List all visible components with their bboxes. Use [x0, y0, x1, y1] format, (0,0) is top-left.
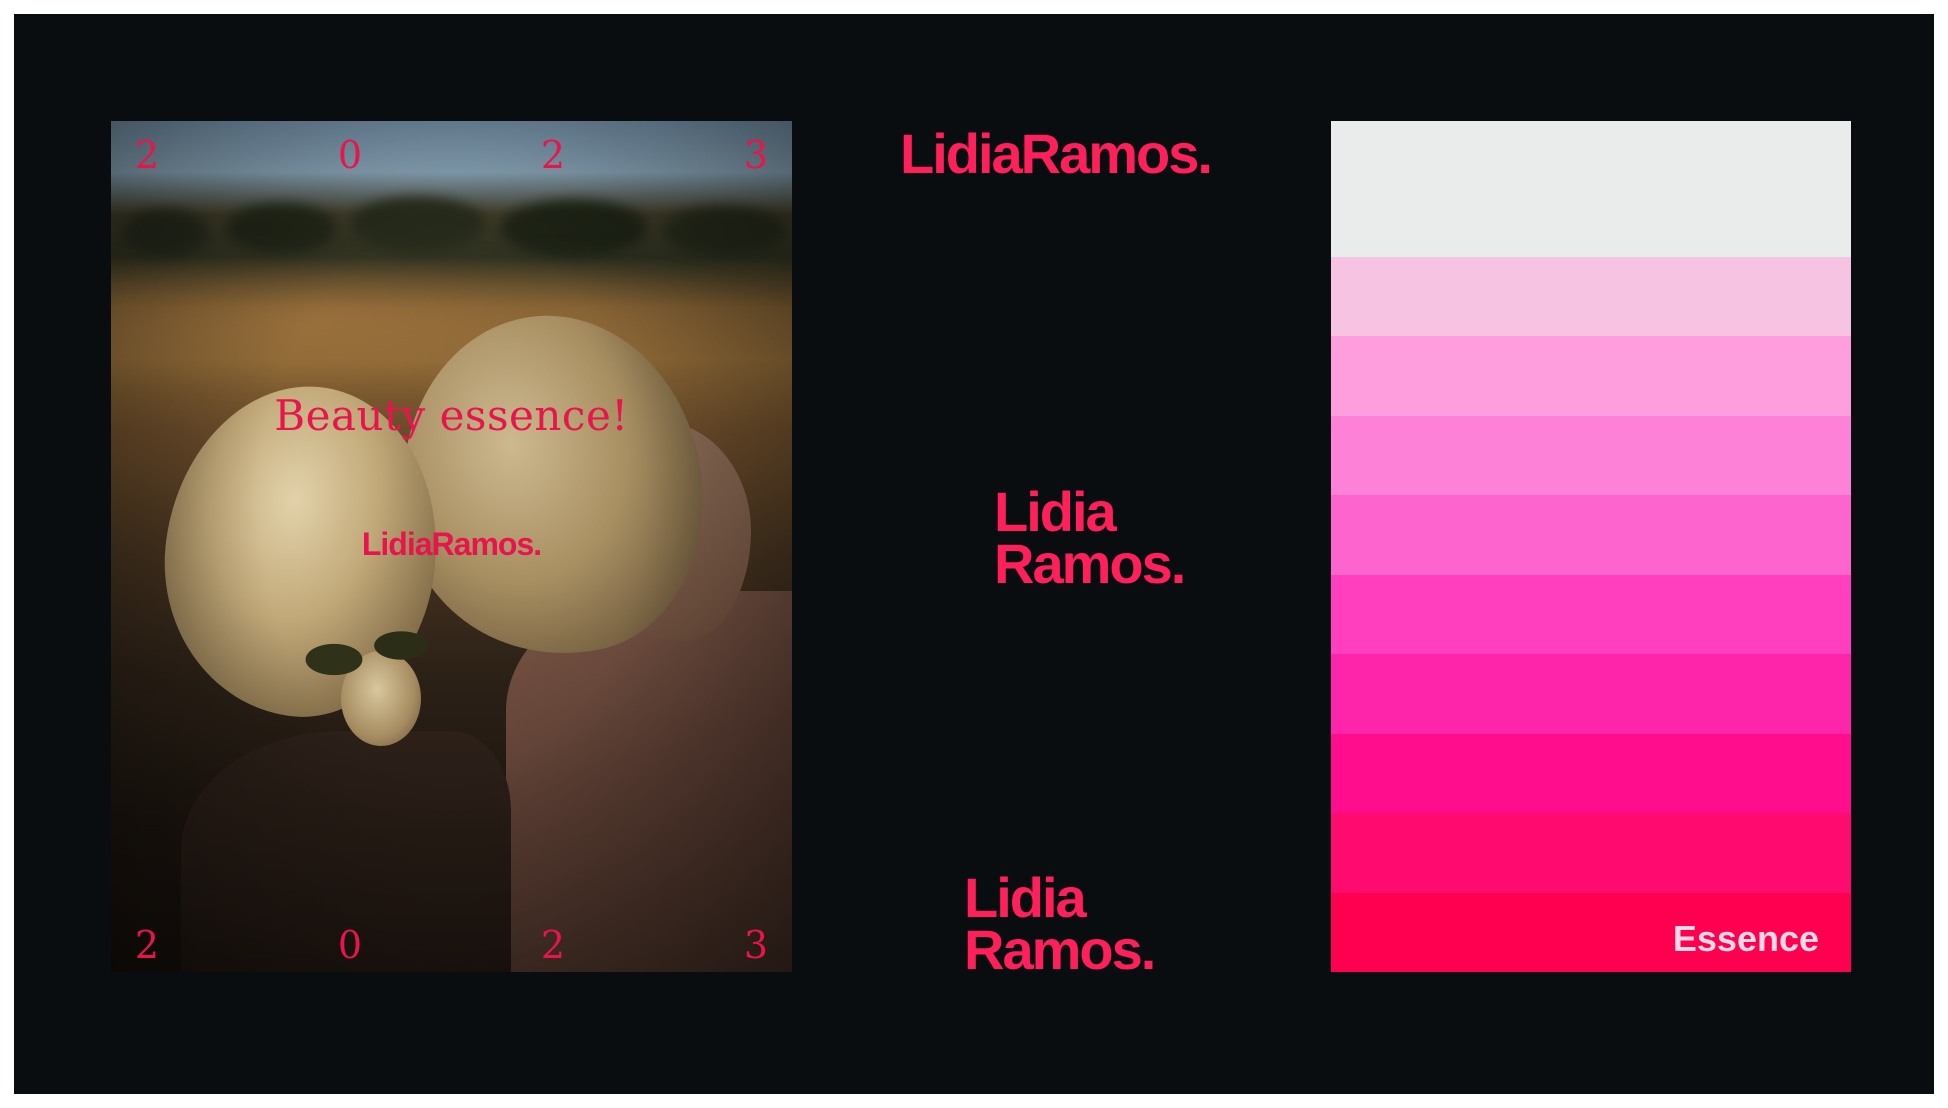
palette-swatch	[1331, 336, 1851, 416]
campaign-poster: 2 0 2 3 Beauty essence! LidiaRamos. 2 0 …	[111, 121, 792, 972]
palette-swatch: Essence	[1331, 893, 1851, 972]
year-bottom: 2 0 2 3	[111, 921, 792, 969]
year-digit: 0	[337, 133, 363, 177]
logo-stacked-secondary: Lidia Ramos.	[964, 866, 1156, 981]
logo-line-first: Lidia	[994, 480, 1117, 543]
logo-line-last: Ramos.	[994, 532, 1186, 595]
palette-swatch	[1331, 121, 1851, 257]
poster-logo: LidiaRamos.	[361, 526, 542, 562]
palette-label: Essence	[1672, 918, 1819, 959]
palette-swatch	[1331, 654, 1851, 734]
color-palette: Essence	[1331, 121, 1851, 972]
year-top: 2 0 2 3	[111, 131, 792, 179]
palette-swatch	[1331, 575, 1851, 654]
year-digit: 2	[134, 923, 160, 967]
logo-line-last: Ramos.	[964, 918, 1156, 981]
year-digit: 3	[743, 133, 769, 177]
palette-swatch	[1331, 257, 1851, 336]
year-digit: 2	[134, 133, 160, 177]
palette-swatch	[1331, 734, 1851, 813]
logo-horizontal: LidiaRamos.	[900, 122, 1213, 185]
moodboard-canvas: 2 0 2 3 Beauty essence! LidiaRamos. 2 0 …	[14, 14, 1934, 1094]
palette-swatch	[1331, 813, 1851, 893]
year-digit: 2	[540, 133, 566, 177]
poster-tagline: Beauty essence!	[274, 391, 629, 440]
year-digit: 3	[743, 923, 769, 967]
palette-swatch	[1331, 495, 1851, 575]
logo-line-first: Lidia	[964, 866, 1087, 929]
year-digit: 2	[540, 923, 566, 967]
logo-stacked-primary: Lidia Ramos.	[994, 480, 1186, 595]
palette-swatch	[1331, 416, 1851, 495]
year-digit: 0	[337, 923, 363, 967]
